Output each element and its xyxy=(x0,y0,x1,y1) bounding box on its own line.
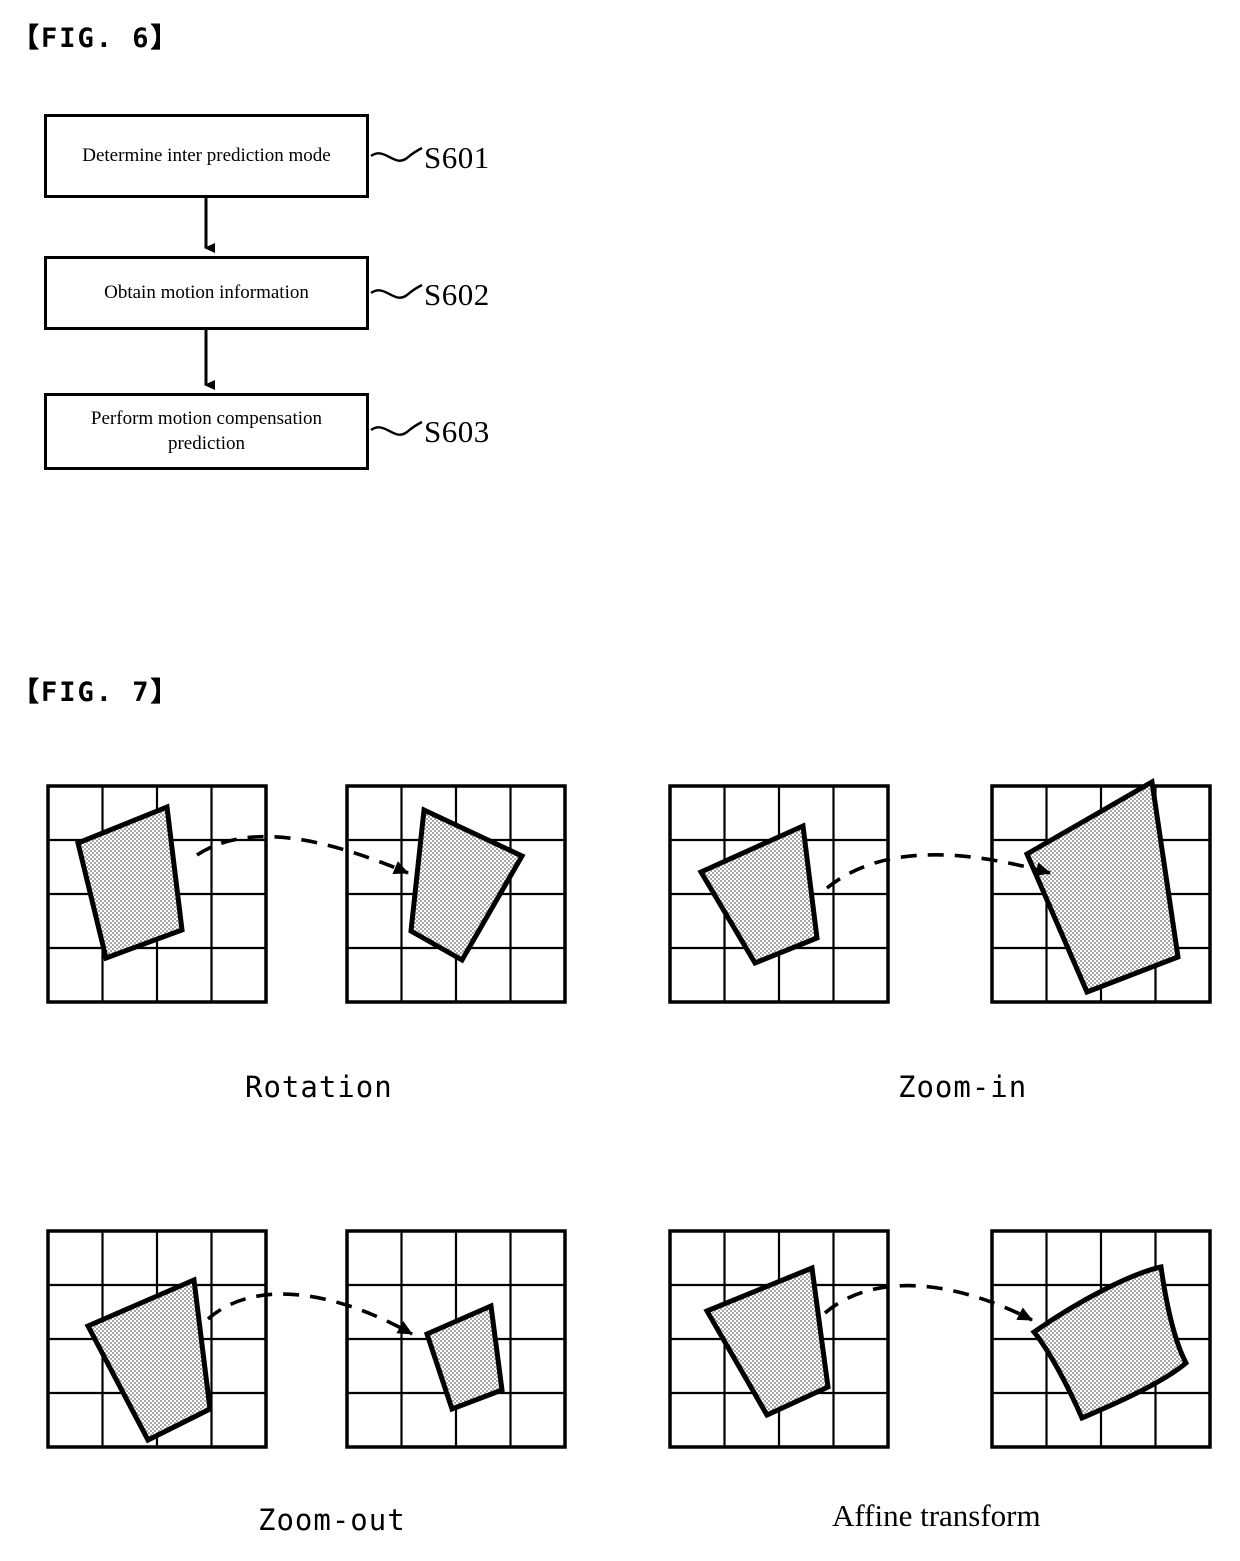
panel-rotation xyxy=(46,784,567,1004)
caption-zoom-out: Zoom-out xyxy=(258,1503,406,1537)
figure-7-canvas xyxy=(46,778,1212,1449)
reference-numeral-s603: S603 xyxy=(424,414,490,449)
caption-affine-transform: Affine transform xyxy=(832,1498,1041,1533)
reference-numeral-s602: S602 xyxy=(424,277,490,312)
figure-7: 【FIG. 7】 xyxy=(0,640,1240,1561)
flow-step-label-s602: Obtain motion information xyxy=(104,281,309,303)
panel-affine-transform xyxy=(668,1229,1212,1449)
flow-step-box-s602: Obtain motion information xyxy=(44,256,369,330)
flow-step-box-s603: Perform motion compensation prediction xyxy=(44,393,369,470)
flow-step-label-s603: Perform motion compensation prediction xyxy=(90,408,323,454)
figure-6: 【FIG. 6】 Determine inter prediction mode… xyxy=(0,0,1240,640)
caption-zoom-in: Zoom-in xyxy=(898,1070,1028,1104)
panel-zoom-in xyxy=(668,778,1212,1004)
caption-rotation: Rotation xyxy=(245,1070,393,1104)
reference-numeral-s601: S601 xyxy=(424,140,490,175)
flow-step-box-s601: Determine inter prediction mode xyxy=(44,114,369,198)
panel-zoom-out xyxy=(46,1229,567,1449)
flow-step-label-s601: Determine inter prediction mode xyxy=(82,144,331,166)
